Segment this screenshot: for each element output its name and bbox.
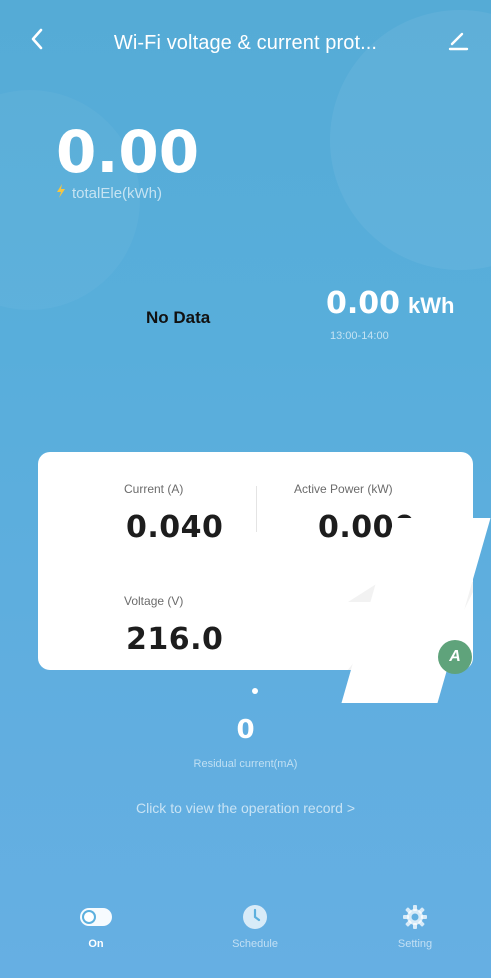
page-indicator-dot — [252, 688, 258, 694]
period-energy-value: 0.00 — [326, 286, 401, 321]
back-button[interactable] — [24, 28, 50, 54]
operation-record-link[interactable]: Click to view the operation record > — [0, 800, 491, 816]
current-label: Current (A) — [124, 482, 184, 496]
clock-icon — [195, 900, 315, 934]
lightning-icon — [56, 184, 66, 202]
gear-icon — [355, 900, 475, 934]
voltage-label: Voltage (V) — [124, 594, 184, 608]
current-value: 0.040 — [126, 510, 224, 545]
period-energy: 0.00 kWh — [326, 286, 454, 321]
period-time-range: 13:00-14:00 — [330, 330, 389, 342]
no-data-text: No Data — [146, 308, 211, 327]
total-energy-label: totalEle(kWh) — [72, 184, 163, 202]
tab-label: On — [88, 938, 104, 950]
edit-button[interactable] — [443, 28, 473, 56]
residual-current-value: 0 — [236, 715, 255, 745]
tab-on[interactable]: On — [36, 900, 156, 950]
voltage-value: 216.0 — [126, 622, 224, 657]
top-bar: Wi-Fi voltage & current prot... — [0, 18, 491, 64]
edit-pencil-icon — [446, 28, 470, 57]
card-divider — [256, 486, 257, 532]
period-energy-unit: kWh — [408, 293, 455, 318]
chevron-left-icon — [30, 28, 44, 55]
total-energy-value: 0.00 — [56, 118, 200, 186]
tab-label: Setting — [397, 938, 433, 950]
mode-badge[interactable]: A — [438, 640, 472, 674]
toggle-icon — [36, 900, 156, 934]
active-power-label: Active Power (kW) — [294, 482, 393, 496]
tab-label: Schedule — [232, 938, 278, 950]
tab-setting[interactable]: Setting — [355, 900, 475, 950]
bottom-tab-bar: On Schedule Setting — [0, 900, 491, 978]
page-title: Wi-Fi voltage & current prot... — [113, 32, 378, 54]
total-energy-label-row: totalEle(kWh) — [56, 184, 162, 202]
residual-current-label: Residual current(mA) — [193, 758, 298, 770]
tab-schedule[interactable]: Schedule — [195, 900, 315, 950]
device-screen: Wi-Fi voltage & current prot... 0.00 tot… — [0, 0, 491, 978]
